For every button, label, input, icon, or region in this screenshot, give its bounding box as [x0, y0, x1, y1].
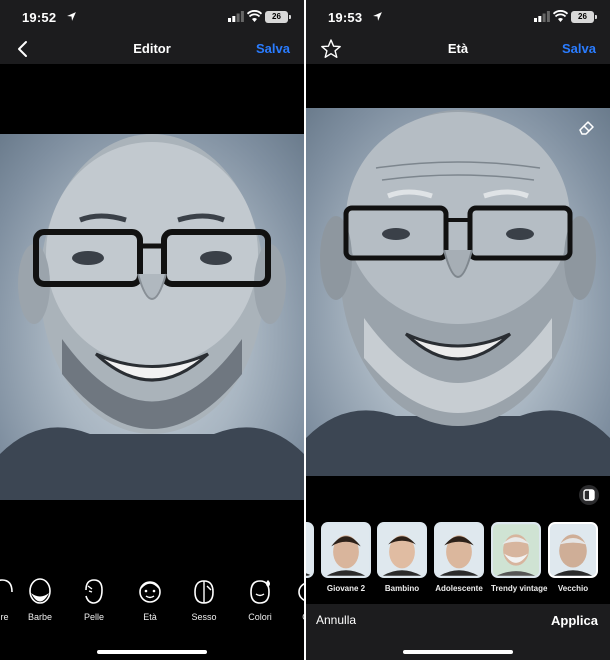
tool-skin[interactable]: Pelle	[74, 576, 114, 622]
eraser-icon[interactable]	[578, 118, 596, 136]
status-bar: 19:53 26	[306, 0, 610, 34]
feature-toolbar: ure Barbe Pelle Età Sesso Colori Oc	[0, 576, 304, 632]
cancel-button[interactable]: Annulla	[316, 613, 356, 627]
cellular-signal-icon	[228, 11, 244, 22]
home-indicator	[403, 650, 513, 654]
battery-icon	[595, 15, 597, 19]
tool-beard[interactable]: Barbe	[20, 576, 60, 622]
compare-icon[interactable]	[578, 484, 600, 506]
cellular-signal-icon	[534, 11, 550, 22]
nav-bar: Editor Salva	[0, 34, 304, 64]
status-time: 19:53	[328, 10, 363, 25]
location-icon	[67, 12, 76, 21]
filter-giovane-2[interactable]: Giovane 2	[321, 522, 371, 593]
wifi-icon	[553, 10, 568, 22]
filter-thumbnail	[550, 524, 596, 576]
age-screen: 19:53 26 Età Salva Giovane 2 Bambino Ado…	[306, 0, 610, 660]
tool-hair[interactable]: ure	[0, 576, 22, 622]
portrait-image	[0, 134, 304, 500]
apply-button[interactable]: Applica	[551, 613, 598, 628]
aged-photo	[306, 108, 610, 476]
tool-eyes[interactable]: Oc	[288, 576, 304, 622]
battery-level: 26	[571, 11, 594, 23]
age-icon	[139, 581, 161, 603]
nav-bar: Età Salva	[306, 34, 610, 64]
save-button[interactable]: Salva	[562, 41, 596, 56]
age-filter-strip: Giovane 2 Bambino Adolescente Trendy vin…	[306, 522, 610, 598]
filter-thumbnail	[436, 524, 482, 576]
tool-colors[interactable]: Colori	[240, 576, 280, 622]
filter-partial[interactable]	[306, 522, 314, 584]
hair-icon	[0, 579, 13, 593]
battery-icon	[289, 15, 291, 19]
battery-level: 26	[265, 11, 288, 23]
location-icon	[373, 12, 382, 21]
filter-trendy-vintage[interactable]: Trendy vintage	[491, 522, 547, 593]
filter-vecchio[interactable]: Vecchio	[548, 522, 598, 593]
filter-thumbnail	[493, 524, 539, 576]
status-bar: 19:52 26	[0, 0, 304, 34]
filter-thumbnail	[379, 524, 425, 576]
filter-thumbnail	[306, 524, 312, 576]
home-indicator	[97, 650, 207, 654]
beard-icon	[29, 578, 51, 604]
save-button[interactable]: Salva	[256, 41, 290, 56]
filter-thumbnail	[323, 524, 369, 576]
edited-photo	[0, 134, 304, 500]
tool-gender[interactable]: Sesso	[184, 576, 224, 622]
filter-bambino[interactable]: Bambino	[377, 522, 427, 593]
status-time: 19:52	[22, 10, 57, 25]
eyes-icon	[298, 583, 304, 601]
portrait-image-aged	[306, 110, 610, 476]
tool-age[interactable]: Età	[130, 576, 170, 622]
skin-icon	[85, 579, 103, 604]
filter-adolescente[interactable]: Adolescente	[434, 522, 484, 593]
editor-screen: 19:52 26 Editor Salva re Barbe Pelle Età…	[0, 0, 304, 660]
gender-icon	[194, 580, 214, 604]
colors-icon	[250, 580, 270, 604]
wifi-icon	[247, 10, 262, 22]
